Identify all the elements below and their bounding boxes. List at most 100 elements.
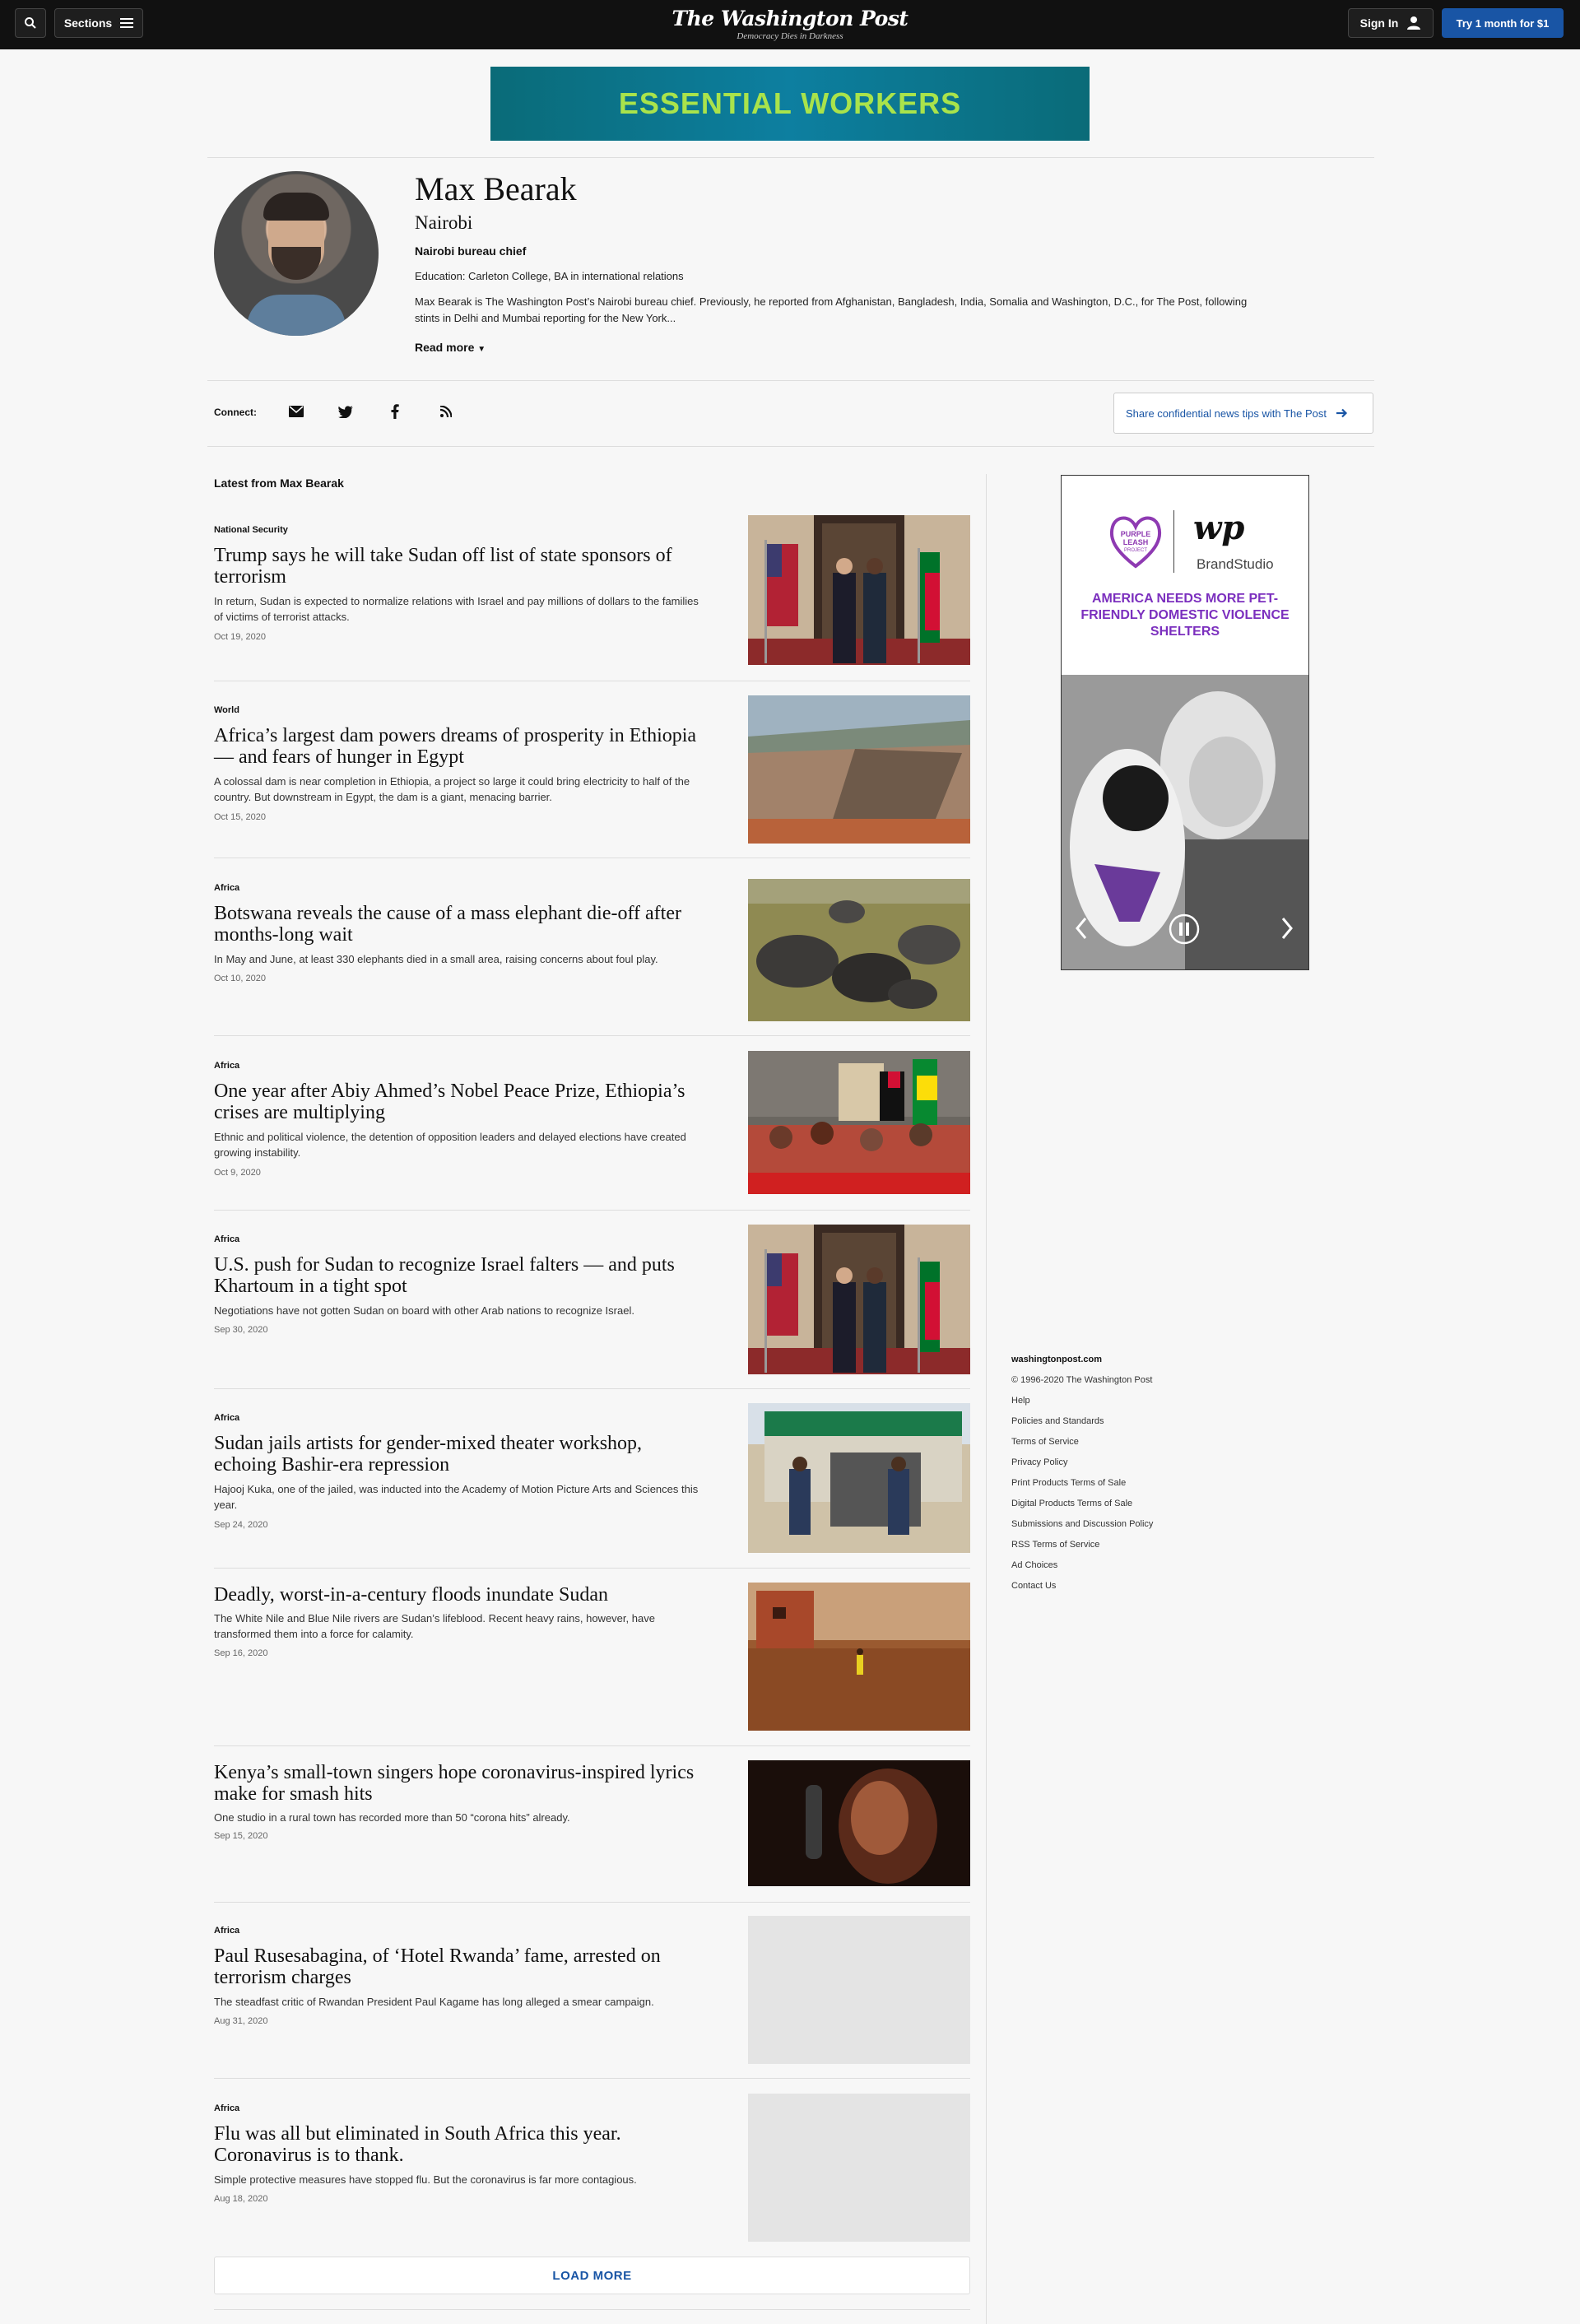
article-headline[interactable]: Botswana reveals the cause of a mass ele… (214, 903, 708, 946)
article-thumbnail[interactable] (748, 695, 970, 844)
article-blurb: Negotiations have not gotten Sudan on bo… (214, 1304, 634, 1317)
connect-label: Connect: (214, 407, 257, 418)
facebook-icon[interactable] (385, 402, 405, 421)
article-kicker[interactable]: Africa (214, 1061, 239, 1071)
chevron-left-icon[interactable] (1075, 917, 1088, 940)
chevron-right-icon[interactable] (1280, 917, 1294, 940)
divider (214, 2309, 970, 2310)
load-more-button[interactable]: LOAD MORE (214, 2257, 970, 2294)
article-date: Sep 30, 2020 (214, 1325, 268, 1335)
sections-label: Sections (63, 16, 113, 30)
pause-icon[interactable] (1169, 913, 1200, 945)
article-headline[interactable]: One year after Abiy Ahmed’s Nobel Peace … (214, 1081, 708, 1123)
footer-link-privacy[interactable]: Privacy Policy (1011, 1452, 1153, 1473)
author-education: Education: Carleton College, BA in inter… (415, 270, 684, 282)
wp-logo: wp (1193, 509, 1245, 547)
search-button[interactable] (15, 8, 46, 38)
share-tips-label: Share confidential news tips with The Po… (1126, 407, 1327, 420)
footer-link-rss-terms[interactable]: RSS Terms of Service (1011, 1535, 1153, 1555)
side-ad-headline: AMERICA NEEDS MORE PET-FRIENDLY DOMESTIC… (1080, 592, 1290, 639)
side-ad[interactable]: PURPLE LEASH PROJECT wp BrandStudio AMER… (1061, 475, 1309, 970)
rss-icon[interactable] (436, 402, 456, 421)
article-date: Aug 31, 2020 (214, 2016, 268, 2026)
footer-link-print-terms[interactable]: Print Products Terms of Sale (1011, 1473, 1153, 1494)
article-thumbnail-placeholder[interactable] (748, 1916, 970, 2064)
article-headline[interactable]: Sudan jails artists for gender-mixed the… (214, 1433, 708, 1476)
article-blurb: Hajooj Kuka, one of the jailed, was indu… (214, 1483, 699, 1511)
arrow-right-icon (1336, 408, 1348, 418)
article-date: Sep 15, 2020 (214, 1831, 268, 1841)
article-thumbnail[interactable] (748, 879, 970, 1021)
user-icon (1407, 16, 1421, 30)
footer-link-digital-terms[interactable]: Digital Products Terms of Sale (1011, 1494, 1153, 1514)
share-tips-button[interactable]: Share confidential news tips with The Po… (1113, 393, 1373, 434)
article-thumbnail[interactable] (748, 515, 970, 665)
article-headline[interactable]: Kenya’s small-town singers hope coronavi… (214, 1762, 708, 1805)
article-kicker[interactable]: National Security (214, 525, 288, 535)
article-thumbnail[interactable] (748, 1583, 970, 1731)
latest-heading: Latest from Max Bearak (214, 476, 344, 490)
article-headline[interactable]: Flu was all but eliminated in South Afri… (214, 2123, 708, 2166)
footer-link-terms[interactable]: Terms of Service (1011, 1432, 1153, 1452)
article-blurb: A colossal dam is near completion in Eth… (214, 775, 690, 803)
article-blurb: In May and June, at least 330 elephants … (214, 953, 658, 965)
author-avatar (214, 171, 379, 336)
article-headline[interactable]: U.S. push for Sudan to recognize Israel … (214, 1254, 708, 1297)
article-thumbnail[interactable] (748, 1051, 970, 1194)
article-kicker[interactable]: Africa (214, 1926, 239, 1936)
article-blurb: The steadfast critic of Rwandan Presiden… (214, 1996, 654, 2008)
author-location: Nairobi (415, 212, 473, 233)
article-thumbnail[interactable] (748, 1225, 970, 1374)
sections-button[interactable]: Sections (54, 8, 143, 38)
email-icon[interactable] (286, 402, 306, 421)
footer-copyright: © 1996-2020 The Washington Post (1011, 1375, 1153, 1385)
footer-link-help[interactable]: Help (1011, 1391, 1153, 1411)
twitter-icon[interactable] (336, 402, 356, 421)
top-ad-banner[interactable]: ESSENTIAL WORKERS (490, 67, 1090, 141)
article-headline[interactable]: Deadly, worst-in-a-century floods inunda… (214, 1584, 708, 1606)
article-headline[interactable]: Africa’s largest dam powers dreams of pr… (214, 725, 708, 768)
article-blurb: Simple protective measures have stopped … (214, 2173, 637, 2186)
footer: washingtonpost.com © 1996-2020 The Washi… (1011, 1350, 1153, 1597)
article-kicker[interactable]: Africa (214, 1413, 239, 1423)
article-kicker[interactable]: Africa (214, 1234, 239, 1244)
hamburger-icon (120, 18, 134, 28)
footer-link-policies[interactable]: Policies and Standards (1011, 1411, 1153, 1432)
sign-in-button[interactable]: Sign In (1348, 8, 1434, 38)
article-date: Sep 16, 2020 (214, 1648, 268, 1658)
article-thumbnail[interactable] (748, 1760, 970, 1886)
article-thumbnail[interactable] (748, 1403, 970, 1553)
top-nav: Sections The Washington Post Democracy D… (0, 0, 1580, 49)
article-date: Aug 18, 2020 (214, 2194, 268, 2204)
footer-link-ad-choices[interactable]: Ad Choices (1011, 1555, 1153, 1576)
article-date: Oct 10, 2020 (214, 974, 266, 983)
column-divider (986, 474, 987, 2324)
search-icon (25, 17, 36, 29)
svg-text:PURPLE: PURPLE (1121, 530, 1151, 538)
top-ad-text: ESSENTIAL WORKERS (618, 86, 962, 120)
article-blurb: The White Nile and Blue Nile rivers are … (214, 1612, 655, 1640)
article-date: Oct 19, 2020 (214, 632, 266, 642)
article-kicker[interactable]: World (214, 705, 239, 715)
article-date: Sep 24, 2020 (214, 1520, 268, 1530)
svg-text:LEASH: LEASH (1123, 538, 1149, 546)
article-headline[interactable]: Paul Rusesabagina, of ‘Hotel Rwanda’ fam… (214, 1945, 708, 1988)
footer-link-submissions[interactable]: Submissions and Discussion Policy (1011, 1514, 1153, 1535)
footer-domain[interactable]: washingtonpost.com (1011, 1350, 1153, 1370)
read-more-button[interactable]: Read more ▼ (415, 341, 486, 354)
article-thumbnail-placeholder[interactable] (748, 2094, 970, 2242)
caret-down-icon: ▼ (477, 345, 486, 354)
sign-in-label: Sign In (1359, 16, 1399, 30)
subscribe-button[interactable]: Try 1 month for $1 (1442, 8, 1564, 38)
article-blurb: Ethnic and political violence, the deten… (214, 1131, 686, 1159)
article-kicker[interactable]: Africa (214, 2103, 239, 2113)
svg-text:PROJECT: PROJECT (1124, 548, 1147, 553)
author-bio: Max Bearak is The Washington Post’s Nair… (415, 295, 1248, 324)
footer-link-contact[interactable]: Contact Us (1011, 1576, 1153, 1597)
masthead-logo[interactable]: The Washington Post Democracy Dies in Da… (625, 7, 955, 41)
article-blurb: One studio in a rural town has recorded … (214, 1811, 570, 1824)
article-kicker[interactable]: Africa (214, 883, 239, 893)
article-headline[interactable]: Trump says he will take Sudan off list o… (214, 545, 708, 588)
divider (207, 380, 1374, 381)
author-name: Max Bearak (415, 170, 577, 207)
